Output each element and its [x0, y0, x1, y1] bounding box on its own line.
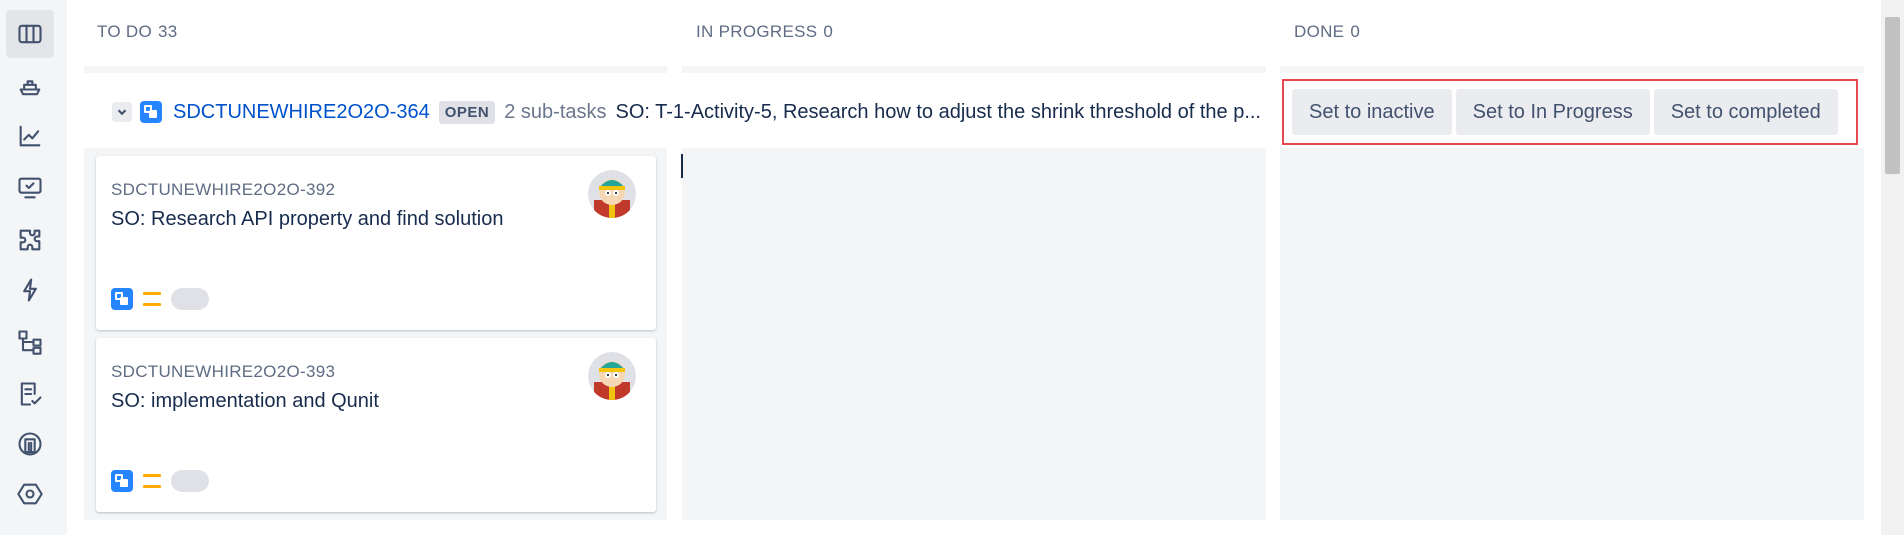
column-title: IN PROGRESS [696, 22, 818, 41]
set-inactive-button[interactable]: Set to inactive [1292, 89, 1452, 135]
swimlane-header[interactable]: SDCTUNEWHIRE2O2O-364 OPEN 2 sub-tasks SO… [112, 95, 1284, 129]
hexagon-icon[interactable] [6, 470, 54, 518]
hierarchy-icon[interactable] [6, 318, 54, 366]
set-in-progress-button[interactable]: Set to In Progress [1455, 89, 1650, 135]
card-issue-key[interactable]: SDCTUNEWHIRE2O2O-392 [111, 180, 335, 200]
swimlane-actions: Set to inactive Set to In Progress Set t… [1282, 79, 1858, 145]
column-count: 33 [158, 22, 178, 41]
text-caret [681, 154, 683, 178]
column-header-in-progress: IN PROGRESS 0 [696, 22, 833, 46]
column-count: 0 [1350, 22, 1361, 41]
set-completed-button[interactable]: Set to completed [1653, 89, 1838, 135]
issue-card[interactable]: SDCTUNEWHIRE2O2O-393 SO: implementation … [96, 338, 656, 512]
column-title: TO DO [97, 22, 153, 41]
puzzle-icon[interactable] [6, 216, 54, 264]
swimlane-summary: SO: T-1-Activity-5, Research how to adju… [615, 100, 1262, 123]
column-count: 0 [823, 22, 834, 41]
status-badge: OPEN [438, 100, 496, 124]
column-header-todo: TO DO 33 [97, 22, 178, 46]
card-issue-key[interactable]: SDCTUNEWHIRE2O2O-393 [111, 362, 335, 382]
estimate-pill [171, 470, 209, 492]
column-body-done[interactable] [1280, 148, 1864, 520]
avatar[interactable] [588, 352, 636, 400]
scrollbar-thumb[interactable] [1885, 17, 1900, 174]
lightning-icon[interactable] [6, 266, 54, 314]
avatar[interactable] [588, 170, 636, 218]
column-body-in-progress[interactable] [682, 148, 1266, 520]
monitor-check-icon[interactable] [6, 164, 54, 212]
subtask-icon [111, 470, 133, 492]
sidebar-nav [0, 0, 67, 535]
priority-medium-icon [143, 474, 161, 488]
jira-board-page: TO DO 33 IN PROGRESS 0 DONE 0 SDCTUNEWHIRE2… [0, 0, 1904, 535]
card-footer [111, 288, 209, 310]
column-top-done [1280, 66, 1864, 73]
building-icon[interactable] [6, 420, 54, 468]
card-summary: SO: Research API property and find solut… [111, 208, 504, 230]
column-body-todo: SDCTUNEWHIRE2O2O-392 SO: Research API pr… [84, 148, 667, 520]
column-top-in-progress [682, 66, 1266, 73]
estimate-pill [171, 288, 209, 310]
card-footer [111, 470, 209, 492]
issue-card[interactable]: SDCTUNEWHIRE2O2O-392 SO: Research API pr… [96, 156, 656, 330]
chevron-down-icon[interactable] [112, 102, 132, 122]
subtask-icon [111, 288, 133, 310]
reports-icon[interactable] [6, 112, 54, 160]
subtask-count: 2 sub-tasks [504, 100, 607, 123]
board-icon[interactable] [6, 10, 54, 58]
swimlane-issue-key[interactable]: SDCTUNEWHIRE2O2O-364 [173, 101, 430, 124]
ship-icon[interactable] [6, 62, 54, 110]
column-title: DONE [1294, 22, 1345, 41]
subtask-icon [140, 101, 162, 123]
vertical-scrollbar[interactable] [1881, 0, 1904, 535]
column-header-done: DONE 0 [1294, 22, 1360, 46]
card-summary: SO: implementation and Qunit [111, 390, 379, 412]
checklist-icon[interactable] [6, 370, 54, 418]
priority-medium-icon [143, 292, 161, 306]
column-top-todo [84, 66, 667, 73]
